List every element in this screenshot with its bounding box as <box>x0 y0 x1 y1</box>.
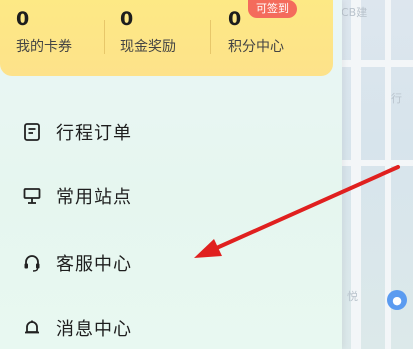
side-drawer: 0 我的卡券 0 现金奖励 0 积分中心 可签到 行程订单 常用站点 客服中心 … <box>0 0 342 349</box>
stat-value: 0 <box>16 8 30 30</box>
stat-label: 现金奖励 <box>120 39 176 55</box>
stat-divider <box>104 20 105 54</box>
stat-cash-reward[interactable]: 0 现金奖励 <box>120 6 176 66</box>
map-road <box>333 60 413 67</box>
bell-icon <box>25 320 39 334</box>
order-list-icon <box>24 123 40 141</box>
menu-item-message-center[interactable]: 消息中心 <box>22 313 132 343</box>
stat-label: 积分中心 <box>228 39 284 55</box>
map-road <box>333 160 413 166</box>
stat-value: 0 <box>120 8 134 30</box>
map-poi-icon[interactable]: ● <box>387 290 407 310</box>
stats-card: 0 我的卡券 0 现金奖励 0 积分中心 可签到 <box>0 0 333 76</box>
menu-item-customer-service[interactable]: 客服中心 <box>22 248 132 278</box>
menu-item-label: 常用站点 <box>56 187 132 208</box>
menu-item-label: 客服中心 <box>56 254 132 275</box>
menu-item-frequent-stations[interactable]: 常用站点 <box>22 181 132 211</box>
stat-label: 我的卡券 <box>16 39 72 55</box>
menu-item-label: 消息中心 <box>56 319 132 340</box>
menu-item-trip-orders[interactable]: 行程订单 <box>22 117 132 147</box>
headset-icon <box>24 255 40 272</box>
map-label: 行 <box>391 92 402 105</box>
station-sign-icon <box>23 188 41 204</box>
stat-divider <box>210 20 211 54</box>
menu-item-label: 行程订单 <box>56 123 132 144</box>
stat-coupons[interactable]: 0 我的卡券 <box>16 6 72 66</box>
map-label: CB建 <box>341 6 368 19</box>
map-background[interactable]: CB建 行 悦 ● <box>333 0 413 349</box>
checkin-badge[interactable]: 可签到 <box>248 0 297 18</box>
map-label: 悦 <box>347 290 358 303</box>
